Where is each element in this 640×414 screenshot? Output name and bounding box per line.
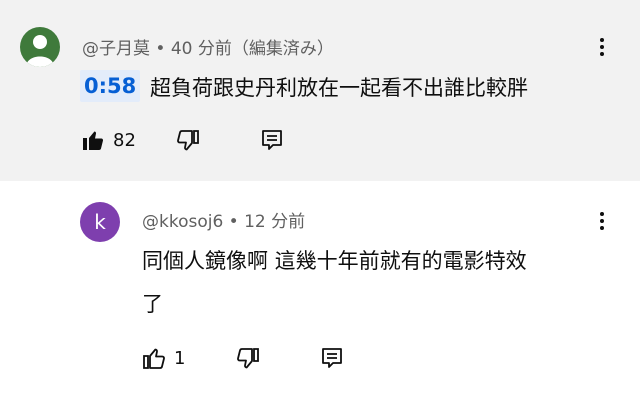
reply-text-line-2: 了 [142, 292, 163, 316]
thumbs-up-icon [143, 348, 165, 369]
reply-dislike-button[interactable] [236, 346, 260, 370]
user-silhouette-icon [26, 35, 54, 67]
reply-reply-button[interactable] [320, 346, 344, 370]
reply-like-button[interactable]: 1 [142, 346, 185, 370]
reply-like-count: 1 [174, 347, 186, 369]
reply-button[interactable] [260, 128, 284, 152]
thumbs-up-filled-icon [83, 131, 104, 150]
reply-text-line-1: 同個人鏡像啊 這幾十年前就有的電影特效 [142, 249, 527, 273]
comment-author-meta[interactable]: @子月莫 • 40 分前（編集済み） [82, 34, 334, 59]
reply-comment-icon [262, 130, 282, 150]
more-options-icon[interactable] [590, 35, 614, 59]
like-button[interactable]: 82 [81, 128, 136, 152]
comment-text: 超負荷跟史丹利放在一起看不出誰比較胖 [150, 76, 528, 100]
avatar[interactable] [20, 27, 60, 67]
dislike-button[interactable] [176, 128, 200, 152]
thumbs-down-icon [237, 348, 259, 369]
more-options-icon[interactable] [590, 209, 614, 233]
like-count: 82 [113, 129, 136, 151]
reply-avatar[interactable]: k [80, 202, 120, 242]
reply-comment-icon [322, 348, 342, 368]
timestamp-link[interactable]: 0:58 [80, 70, 141, 102]
reply-author-meta[interactable]: @kkosoj6 • 12 分前 [142, 207, 305, 232]
thumbs-down-icon [177, 130, 199, 151]
highlighted-comment: @子月莫 • 40 分前（編集済み） 0:58 超負荷跟史丹利放在一起看不出誰比… [0, 0, 640, 181]
